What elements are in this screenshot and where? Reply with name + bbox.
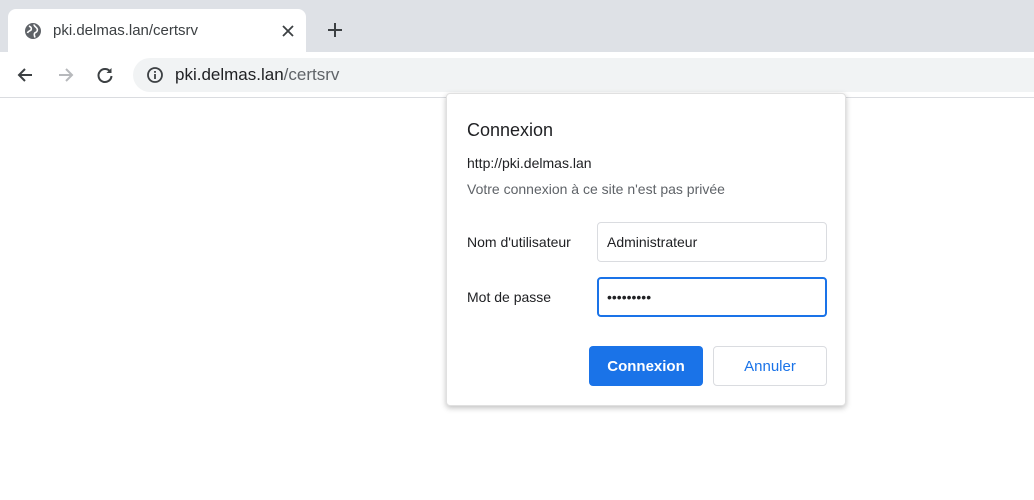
connection-warning: Votre connexion à ce site n'est pas priv…: [467, 181, 725, 197]
close-icon[interactable]: [278, 21, 298, 41]
info-icon[interactable]: [146, 66, 164, 84]
dialog-origin: http://pki.delmas.lan: [467, 155, 592, 171]
arrow-left-icon[interactable]: [12, 62, 38, 88]
globe-icon: [24, 22, 42, 40]
toolbar: pki.delmas.lan/certsrv: [0, 52, 1034, 98]
dialog-title: Connexion: [467, 120, 554, 140]
password-field[interactable]: [597, 277, 827, 317]
url-path: /certsrv: [283, 65, 340, 84]
url-text: pki.delmas.lan/certsrv: [175, 65, 339, 85]
username-label: Nom d'utilisateur: [467, 234, 571, 250]
url-host: pki.delmas.lan: [175, 65, 284, 84]
arrow-right-icon[interactable]: [53, 62, 79, 88]
username-field[interactable]: [597, 222, 827, 262]
tab-strip: pki.delmas.lan/certsrv: [0, 0, 1034, 52]
reload-icon[interactable]: [92, 62, 118, 88]
plus-icon[interactable]: [322, 17, 348, 43]
tab-title: pki.delmas.lan/certsrv: [53, 22, 199, 39]
browser-tab[interactable]: pki.delmas.lan/certsrv: [8, 9, 306, 52]
sign-in-dialog: Connexion http://pki.delmas.lan Votre co…: [446, 93, 846, 406]
address-bar[interactable]: pki.delmas.lan/certsrv: [133, 58, 1034, 92]
sign-in-button[interactable]: Connexion: [589, 346, 703, 386]
cancel-button[interactable]: Annuler: [713, 346, 827, 386]
password-label: Mot de passe: [467, 289, 552, 305]
